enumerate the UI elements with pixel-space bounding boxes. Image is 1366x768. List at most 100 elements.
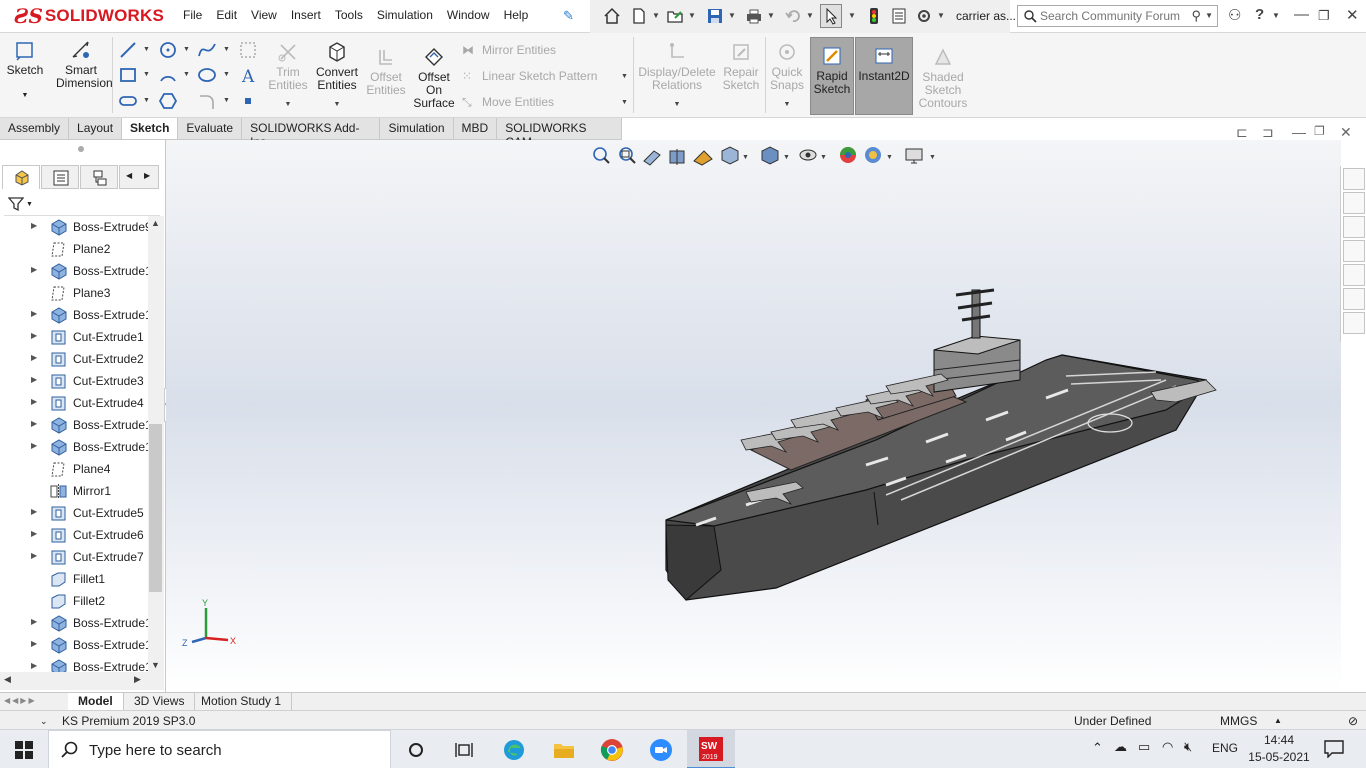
feature-tree-item[interactable]: ▶ Boss-Extrude1 <box>0 414 148 436</box>
onedrive-cloud-icon[interactable]: ☁ <box>1114 739 1127 755</box>
trim-entities-button[interactable]: Trim Entities ▼ <box>266 41 310 111</box>
tree-horizontal-scrollbar[interactable]: ◀ ▶ <box>0 672 164 690</box>
expand-arrow-icon[interactable]: ▶ <box>31 221 37 230</box>
notifications-icon[interactable] <box>1324 740 1344 758</box>
scroll-left-icon[interactable]: ◀ <box>126 171 132 180</box>
edit-appearance-icon[interactable] <box>840 147 856 163</box>
configuration-manager-tab[interactable] <box>80 165 118 189</box>
convert-entities-button[interactable]: Convert Entities ▼ <box>314 41 360 111</box>
arc-dropdown-icon[interactable]: ▼ <box>183 71 190 78</box>
sketch-button[interactable]: Sketch ▼ <box>4 39 46 102</box>
section-view-icon[interactable] <box>669 149 685 165</box>
save-dropdown-icon[interactable]: ▼ <box>728 11 736 20</box>
menu-help[interactable]: Help <box>504 8 529 22</box>
feature-tree-item[interactable]: Plane3 <box>0 282 148 304</box>
customize-status-icon[interactable]: ⊘ <box>1348 714 1358 728</box>
expand-arrow-icon[interactable]: ▶ <box>31 617 37 626</box>
tab-3d-views[interactable]: 3D Views <box>124 693 196 710</box>
language-indicator[interactable]: ENG <box>1212 741 1238 755</box>
polygon-tool-icon[interactable] <box>158 91 178 111</box>
tab-simulation[interactable]: Simulation <box>380 118 454 139</box>
feature-tree-item[interactable]: ▶ Cut-Extrude6 <box>0 524 148 546</box>
unit-menu-icon[interactable]: ▲ <box>1274 716 1282 725</box>
construction-geometry-icon[interactable] <box>238 40 258 60</box>
display-delete-relations-button[interactable]: Display/Delete Relations ▼ <box>638 41 716 111</box>
expand-arrow-icon[interactable]: ▶ <box>31 331 37 340</box>
doc-minimize-icon[interactable]: — <box>1292 124 1306 140</box>
text-tool-icon[interactable]: A <box>238 65 258 85</box>
restore-icon[interactable]: ❐ <box>1318 8 1330 24</box>
taskbar-search[interactable]: Type here to search <box>48 730 391 768</box>
filter-dropdown-icon[interactable]: ▼ <box>26 201 33 208</box>
design-library-icon[interactable] <box>1343 192 1365 214</box>
feature-tree-item[interactable]: Fillet2 <box>0 590 148 612</box>
close-icon[interactable]: ✕ <box>1346 6 1359 24</box>
options-gear-icon[interactable] <box>915 7 933 25</box>
tab-evaluate[interactable]: Evaluate <box>178 118 243 139</box>
print-icon[interactable] <box>745 7 763 25</box>
doc-restore-icon[interactable]: ❐ <box>1314 124 1325 138</box>
quick-snaps-dropdown-icon[interactable]: ▼ <box>768 98 806 111</box>
undo-icon[interactable] <box>784 7 802 25</box>
expand-arrow-icon[interactable]: ▶ <box>31 661 37 670</box>
status-collapse-icon[interactable]: ⌄ <box>40 716 48 727</box>
quick-snaps-button[interactable]: Quick Snaps ▼ <box>768 41 806 111</box>
expand-arrow-icon[interactable]: ▶ <box>31 419 37 428</box>
hide-show-dropdown-icon[interactable]: ▼ <box>820 154 827 161</box>
display-style-icon[interactable] <box>761 146 779 165</box>
repair-sketch-button[interactable]: Repair Sketch <box>720 41 762 92</box>
pin-menu-icon[interactable]: ✎ <box>563 8 574 24</box>
feature-tree-item[interactable]: ▶ Cut-Extrude3 <box>0 370 148 392</box>
expand-arrow-icon[interactable]: ▶ <box>31 375 37 384</box>
line-tool-icon[interactable] <box>118 40 138 60</box>
help-icon[interactable]: ? <box>1255 6 1264 23</box>
taskbar-clock[interactable]: 14:44 15-05-2021 <box>1244 732 1314 766</box>
select-tool-button[interactable] <box>820 4 842 28</box>
view-settings-icon[interactable] <box>905 148 923 164</box>
view-orientation-dropdown-icon[interactable]: ▼ <box>742 154 749 161</box>
user-account-icon[interactable]: ⚇ <box>1228 6 1241 24</box>
scroll-right-icon[interactable]: ▶ <box>144 171 150 180</box>
fillet-tool-icon[interactable] <box>197 91 217 111</box>
feature-tree-item[interactable]: ▶ Cut-Extrude2 <box>0 348 148 370</box>
feature-tree-item[interactable]: Fillet1 <box>0 568 148 590</box>
open-folder-icon[interactable] <box>666 7 684 25</box>
point-tool-icon[interactable] <box>238 91 258 111</box>
scroll-left-arrow-icon[interactable]: ◀ <box>4 674 11 685</box>
forum-icon[interactable] <box>1343 312 1365 334</box>
panel-tab-scroll[interactable]: ◀ ▶ <box>119 165 159 189</box>
print-dropdown-icon[interactable]: ▼ <box>767 11 775 20</box>
circle-tool-icon[interactable] <box>158 40 178 60</box>
menu-file[interactable]: File <box>183 8 202 22</box>
windows-start-icon[interactable] <box>15 741 33 759</box>
view-settings-dropdown-icon[interactable]: ▼ <box>929 154 936 161</box>
dynamic-annotation-icon[interactable] <box>693 150 713 166</box>
trim-dropdown-icon[interactable]: ▼ <box>266 98 310 111</box>
smart-dimension-button[interactable]: Smart Dimension <box>56 39 113 90</box>
feature-tree-item[interactable]: Plane4 <box>0 458 148 480</box>
hide-show-items-icon[interactable] <box>799 149 817 161</box>
task-view-button[interactable] <box>440 730 488 768</box>
feature-tree-item[interactable]: ▶ Boss-Extrude1 <box>0 304 148 326</box>
linear-pattern-dropdown-icon[interactable]: ▼ <box>621 73 628 80</box>
carrier-model[interactable] <box>166 140 1341 692</box>
tile-right-icon[interactable]: ⊐ <box>1262 124 1274 141</box>
feature-tree-item[interactable]: ▶ Boss-Extrude9 <box>0 216 148 238</box>
doc-close-icon[interactable]: ✕ <box>1340 124 1352 141</box>
feature-tree-item[interactable]: ▶ Boss-Extrude1 <box>0 436 148 458</box>
feature-manager-tab[interactable] <box>2 165 40 189</box>
new-document-icon[interactable] <box>630 7 648 25</box>
feature-tree-item[interactable]: Plane2 <box>0 238 148 260</box>
cortana-button[interactable] <box>392 730 440 768</box>
previous-view-icon[interactable] <box>643 150 661 166</box>
scroll-right-arrow-icon[interactable]: ▶ <box>134 674 141 685</box>
options-dropdown-icon[interactable]: ▼ <box>937 11 945 20</box>
slot-tool-icon[interactable] <box>118 91 138 111</box>
display-style-dropdown-icon[interactable]: ▼ <box>783 154 790 161</box>
feature-tree-item[interactable]: Mirror1 <box>0 480 148 502</box>
slot-dropdown-icon[interactable]: ▼ <box>143 97 150 104</box>
zoom-app[interactable] <box>637 730 685 768</box>
menu-window[interactable]: Window <box>447 8 490 22</box>
feature-tree-item[interactable]: ▶ Boss-Extrude1 <box>0 260 148 282</box>
tab-nav-arrows-icon[interactable]: ◀◀▶▶ <box>4 696 37 705</box>
